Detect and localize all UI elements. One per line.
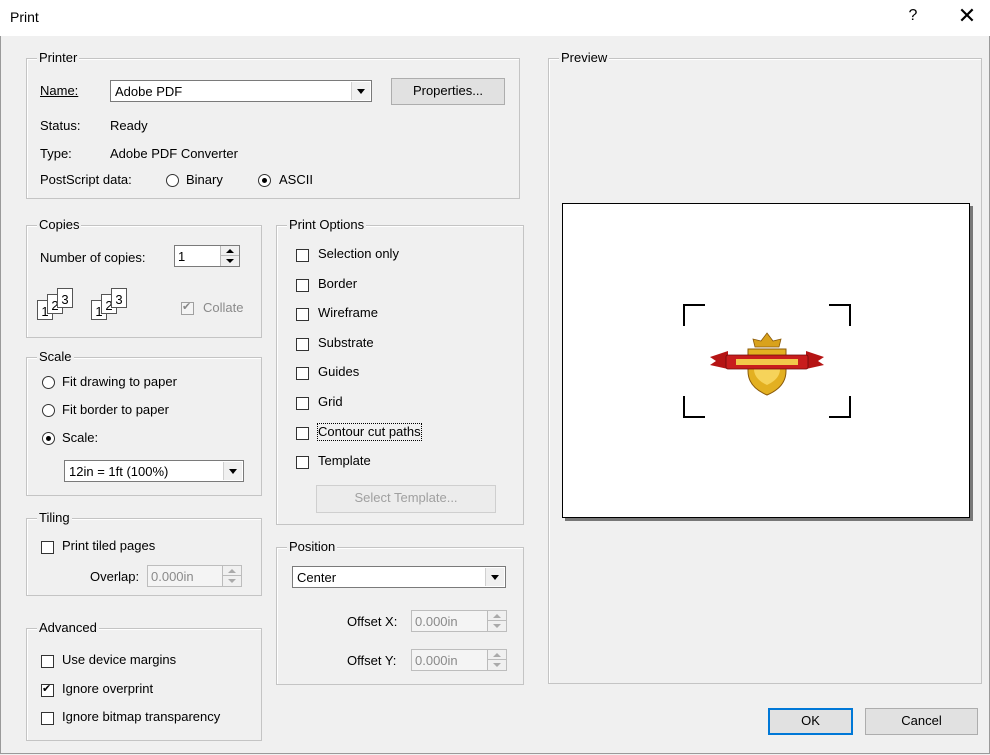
printer-legend: Printer: [37, 50, 80, 65]
fit-drawing-label: Fit drawing to paper: [62, 374, 177, 389]
option-label-border: Border: [318, 276, 358, 291]
option-checkbox-guides[interactable]: [296, 367, 309, 380]
option-checkbox-selection-only[interactable]: [296, 249, 309, 262]
printer-name-combo[interactable]: Adobe PDF: [110, 80, 372, 102]
fit-border-radio[interactable]: [42, 404, 55, 417]
scale-legend: Scale: [37, 349, 74, 364]
overlap-value: 0.000in: [151, 569, 194, 584]
chevron-down-icon[interactable]: [351, 82, 370, 100]
option-checkbox-wireframe[interactable]: [296, 308, 309, 321]
binary-radio[interactable]: [166, 174, 179, 187]
offset-x-label: Offset X:: [347, 614, 398, 629]
scale-label: Scale:: [62, 430, 99, 445]
use-device-margins-checkbox[interactable]: [41, 655, 54, 668]
option-label-grid: Grid: [318, 394, 343, 409]
close-icon[interactable]: ✕: [952, 4, 982, 28]
design-logo-graphic: [710, 332, 824, 396]
ignore-bitmap-checkbox[interactable]: [41, 712, 54, 725]
cancel-button[interactable]: Cancel: [865, 708, 978, 735]
crop-mark-top-left: [683, 304, 705, 326]
print-tiled-checkbox[interactable]: [41, 541, 54, 554]
collate-checkbox[interactable]: [181, 300, 194, 315]
spin-up-icon[interactable]: [223, 566, 241, 576]
option-checkbox-border[interactable]: [296, 279, 309, 292]
option-checkbox-grid[interactable]: [296, 397, 309, 410]
help-button[interactable]: ?: [903, 7, 923, 25]
ignore-overprint-label: Ignore overprint: [62, 681, 154, 696]
ignore-overprint-checkbox[interactable]: [41, 682, 54, 697]
copies-legend: Copies: [37, 217, 82, 232]
overlap-label: Overlap:: [90, 569, 140, 584]
copies-value: 1: [178, 249, 186, 264]
spin-up-icon[interactable]: [488, 611, 506, 621]
copies-stepper[interactable]: 1: [174, 245, 240, 267]
ascii-radio[interactable]: [258, 174, 271, 187]
title-bar: [0, 0, 990, 36]
overlap-stepper[interactable]: 0.000in: [147, 565, 242, 587]
collate-label: Collate: [203, 300, 244, 315]
option-checkbox-contour-cut-paths[interactable]: [296, 427, 309, 440]
offset-y-value: 0.000in: [415, 653, 458, 668]
option-label-wireframe: Wireframe: [318, 305, 378, 320]
collated-pages-icon: 1 2 3: [37, 288, 97, 326]
status-value: Ready: [110, 118, 148, 133]
chevron-down-icon[interactable]: [485, 568, 504, 586]
fit-drawing-radio[interactable]: [42, 376, 55, 389]
spin-up-icon[interactable]: [488, 650, 506, 660]
ascii-label: ASCII: [279, 172, 313, 187]
offset-y-label: Offset Y:: [347, 653, 397, 668]
spin-down-icon[interactable]: [221, 256, 239, 266]
use-device-margins-label: Use device margins: [62, 652, 177, 667]
chevron-down-icon[interactable]: [223, 462, 242, 480]
select-template-button[interactable]: Select Template...: [316, 485, 496, 513]
tiling-legend: Tiling: [37, 510, 72, 525]
type-label: Type:: [40, 146, 72, 161]
preview-paper: [562, 203, 970, 518]
spin-down-icon[interactable]: [488, 660, 506, 670]
window-title: Print: [10, 9, 39, 25]
print-options-legend: Print Options: [287, 217, 367, 232]
spin-up-icon[interactable]: [221, 246, 239, 256]
printer-name-value: Adobe PDF: [115, 84, 183, 99]
crop-mark-top-right: [829, 304, 851, 326]
status-label: Status:: [40, 118, 81, 133]
option-checkbox-template[interactable]: [296, 456, 309, 469]
copies-number-label: Number of copies:: [40, 250, 146, 265]
offset-x-stepper[interactable]: 0.000in: [411, 610, 507, 632]
advanced-legend: Advanced: [37, 620, 99, 635]
postscript-label: PostScript data:: [40, 172, 132, 187]
binary-label: Binary: [186, 172, 223, 187]
collated-pages-icon-2: 1 2 3: [91, 288, 151, 326]
spin-down-icon[interactable]: [488, 621, 506, 631]
spin-down-icon[interactable]: [223, 576, 241, 586]
fit-border-label: Fit border to paper: [62, 402, 169, 417]
option-label-contour-cut-paths: Contour cut paths: [317, 423, 422, 441]
preview-legend: Preview: [559, 50, 610, 65]
properties-button[interactable]: Properties...: [391, 78, 505, 105]
scale-combo[interactable]: 12in = 1ft (100%): [64, 460, 244, 482]
position-value: Center: [297, 570, 337, 585]
ok-button[interactable]: OK: [768, 708, 853, 735]
printer-name-label: Name:: [40, 83, 79, 98]
position-legend: Position: [287, 539, 338, 554]
print-options-group: Print Options: [276, 218, 524, 525]
option-label-selection-only: Selection only: [318, 246, 399, 261]
option-label-guides: Guides: [318, 364, 360, 379]
option-checkbox-substrate[interactable]: [296, 338, 309, 351]
scale-value: 12in = 1ft (100%): [69, 464, 169, 479]
offset-y-stepper[interactable]: 0.000in: [411, 649, 507, 671]
print-tiled-label: Print tiled pages: [62, 538, 156, 553]
option-label-substrate: Substrate: [318, 335, 374, 350]
offset-x-value: 0.000in: [415, 614, 458, 629]
ignore-bitmap-label: Ignore bitmap transparency: [62, 709, 221, 724]
position-combo[interactable]: Center: [292, 566, 506, 588]
type-value: Adobe PDF Converter: [110, 146, 238, 161]
option-label-template: Template: [318, 453, 371, 468]
crop-mark-bottom-right: [829, 396, 851, 418]
crop-mark-bottom-left: [683, 396, 705, 418]
scale-radio[interactable]: [42, 432, 55, 445]
